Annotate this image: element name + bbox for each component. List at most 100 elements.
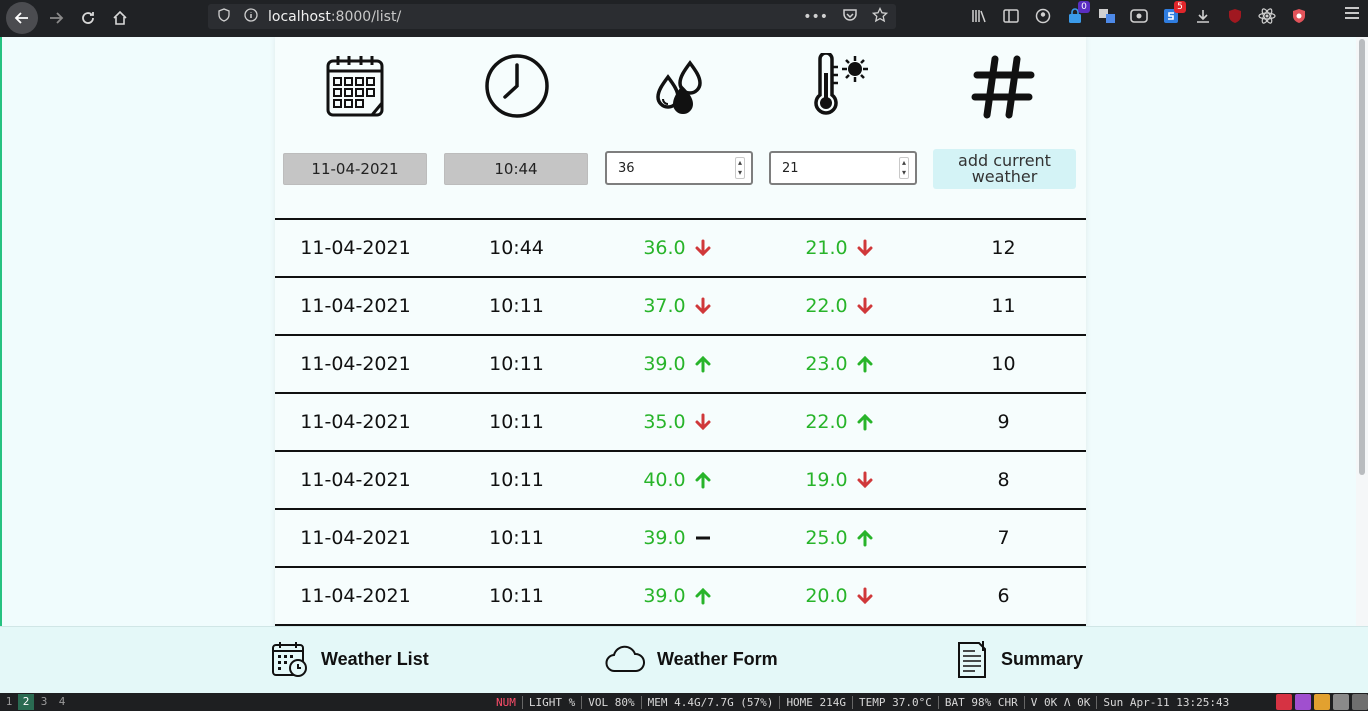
row-time: 10:44	[489, 237, 544, 259]
pocket-icon[interactable]	[842, 8, 858, 26]
row-humidity: 40.0	[597, 452, 758, 508]
temperature-input[interactable]: 21 ▴ ▾	[769, 151, 917, 185]
row-temperature: 20.0	[759, 568, 920, 624]
privacy-shield-icon[interactable]	[1288, 5, 1310, 27]
nav-weather-form-label: Weather Form	[657, 648, 778, 669]
add-current-weather-button[interactable]: add current weather	[933, 149, 1076, 189]
extension-badge: 0	[1078, 1, 1090, 13]
arrow-up-icon	[695, 587, 711, 605]
arrow-down-icon	[857, 471, 873, 489]
forward-button[interactable]	[40, 2, 72, 34]
row-date: 11-04-2021	[300, 295, 411, 317]
arrow-down-icon	[857, 239, 873, 257]
weather-list-panel: 11-04-2021 10:44 36 ▴ ▾ 21 ▴ ▾ add current…	[275, 37, 1086, 626]
hashtag-icon	[971, 55, 1035, 119]
clock-indicator: Sun Apr-11 13:25:43	[1103, 695, 1230, 709]
hamburger-menu-icon[interactable]	[1344, 4, 1360, 25]
row-humidity: 35.0	[597, 394, 758, 450]
browser-toolbar: localhost:8000/list/ ••• 0 5	[0, 0, 1368, 37]
page-scrollbar[interactable]	[1356, 37, 1368, 626]
chrome-icon[interactable]	[1314, 694, 1330, 710]
arrow-up-icon	[857, 413, 873, 431]
account-icon[interactable]	[1032, 5, 1054, 27]
row-humidity: 39.0	[597, 568, 758, 624]
arrow-up-icon	[695, 471, 711, 489]
arrow-up-icon	[857, 355, 873, 373]
download-icon[interactable]	[1192, 5, 1214, 27]
arrow-down-icon	[695, 239, 711, 257]
row-date: 11-04-2021	[300, 527, 411, 549]
document-report-icon	[958, 641, 986, 678]
table-row: 11-04-2021 10:11 39.0 25.0 7	[275, 508, 1086, 566]
temperature-stepper[interactable]: ▴ ▾	[899, 157, 909, 179]
ublock-icon[interactable]	[1224, 5, 1246, 27]
row-date: 11-04-2021	[300, 411, 411, 433]
react-icon[interactable]	[1256, 5, 1278, 27]
calendar-icon	[326, 56, 384, 117]
screen-share-icon[interactable]	[1128, 5, 1150, 27]
back-button[interactable]	[6, 2, 38, 34]
window-icon[interactable]	[1333, 694, 1349, 710]
row-id: 7	[997, 527, 1010, 549]
translate-icon[interactable]	[1096, 5, 1118, 27]
row-time: 10:11	[489, 469, 544, 491]
disk-indicator: HOME 214G	[780, 695, 854, 709]
info-icon[interactable]	[244, 8, 258, 25]
nav-weather-list-label: Weather List	[321, 648, 429, 669]
power-icon[interactable]	[1276, 694, 1292, 710]
more-icon[interactable]: •••	[803, 9, 828, 25]
humidity-input[interactable]: 36 ▴ ▾	[605, 151, 753, 185]
row-humidity: 39.0	[597, 510, 758, 566]
workspace-2[interactable]: 2	[18, 694, 34, 710]
arrow-left-icon	[14, 12, 28, 24]
temperature-input-value: 21	[782, 160, 799, 176]
arrow-right-icon	[50, 12, 64, 24]
add-button-label-line2: weather	[971, 167, 1038, 186]
row-temperature: 22.0	[759, 278, 920, 334]
battery-indicator: BAT 98% CHR	[939, 695, 1025, 709]
row-date: 11-04-2021	[300, 237, 411, 259]
arrow-down-icon	[857, 297, 873, 315]
numlock-indicator: NUM	[490, 695, 523, 709]
scrollbar-thumb[interactable]	[1359, 39, 1365, 475]
library-icon[interactable]	[968, 5, 990, 27]
s-extension-icon[interactable]: 5	[1160, 1, 1186, 27]
workspace-1[interactable]: 1	[1, 694, 17, 710]
reload-button[interactable]	[72, 2, 104, 34]
nav-weather-form[interactable]: Weather Form	[605, 639, 778, 679]
date-field[interactable]: 11-04-2021	[283, 153, 427, 185]
url-bar[interactable]: localhost:8000/list/ •••	[208, 4, 896, 29]
thermometer-sun-icon	[814, 53, 868, 115]
nav-summary-label: Summary	[1001, 648, 1084, 669]
bottom-navigation: Weather List Weather Form Summary	[0, 626, 1368, 693]
workspace-4[interactable]: 4	[54, 694, 70, 710]
row-temperature: 25.0	[759, 510, 920, 566]
humidity-input-value: 36	[618, 160, 635, 176]
home-button[interactable]	[104, 2, 136, 34]
bookmark-star-icon[interactable]	[871, 6, 889, 27]
volume-indicator: VOL 80%	[582, 695, 642, 709]
row-id: 11	[991, 295, 1016, 317]
extension-lock-icon[interactable]: 0	[1064, 1, 1090, 27]
weather-table: 11-04-2021 10:44 36.0 21.0 12 11-04-2021 10:11…	[275, 218, 1086, 626]
row-temperature: 22.0	[759, 394, 920, 450]
extension-badge: 5	[1174, 1, 1186, 13]
page-viewport: 11-04-2021 10:44 36 ▴ ▾ 21 ▴ ▾ add current…	[0, 37, 1356, 626]
row-temperature: 23.0	[759, 336, 920, 392]
sidebar-icon[interactable]	[1000, 5, 1022, 27]
humidity-stepper[interactable]: ▴ ▾	[735, 157, 745, 179]
row-humidity: 39.0	[597, 336, 758, 392]
row-id: 8	[997, 469, 1010, 491]
row-date: 11-04-2021	[300, 469, 411, 491]
workspace-3[interactable]: 3	[36, 694, 52, 710]
row-humidity: 37.0	[597, 278, 758, 334]
screen-icon[interactable]	[1352, 694, 1368, 710]
nav-weather-list[interactable]: Weather List	[271, 639, 429, 679]
app-tray-icon[interactable]	[1295, 694, 1311, 710]
row-date: 11-04-2021	[300, 353, 411, 375]
arrow-down-icon	[857, 587, 873, 605]
time-field[interactable]: 10:44	[444, 153, 588, 185]
row-id: 12	[991, 237, 1016, 259]
nav-summary[interactable]: Summary	[955, 639, 1083, 679]
memory-indicator: MEM 4.4G/7.7G (57%)	[642, 695, 781, 709]
